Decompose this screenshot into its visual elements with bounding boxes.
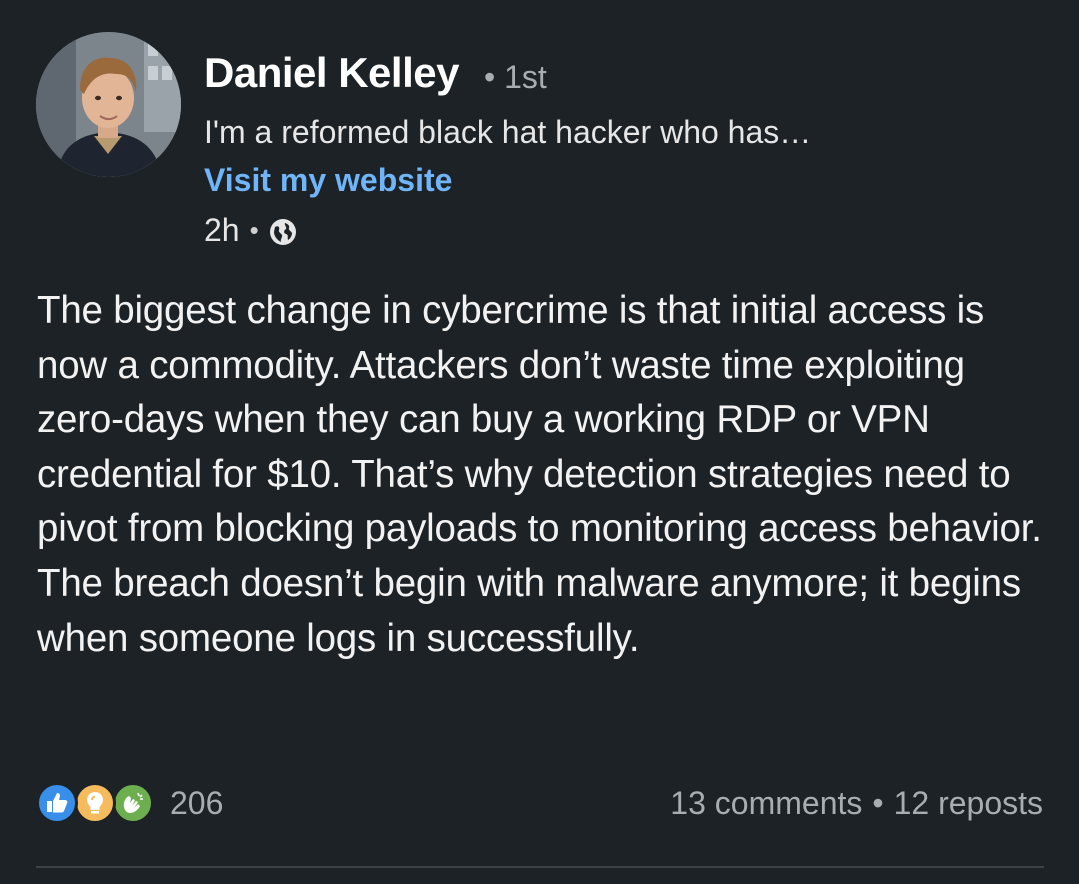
feed-post: Daniel Kelley • 1st I'm a reformed black… — [0, 0, 1079, 884]
like-icon — [36, 782, 78, 824]
post-meta: 2h • — [204, 210, 297, 250]
comments-count[interactable]: 13 comments — [670, 783, 862, 823]
connection-degree: • 1st — [484, 59, 547, 95]
avatar[interactable] — [36, 32, 181, 177]
reposts-count[interactable]: 12 reposts — [894, 783, 1043, 823]
reactions-summary[interactable]: 206 — [36, 782, 223, 824]
celebrate-icon — [112, 782, 154, 824]
engagement-separator: • — [872, 785, 884, 821]
engagement-counts: 13 comments • 12 reposts — [670, 783, 1043, 823]
post-text: The biggest change in cybercrime is that… — [37, 289, 1042, 660]
post-timestamp: 2h — [204, 212, 240, 248]
visit-website-link[interactable]: Visit my website — [204, 160, 452, 200]
insightful-icon — [74, 782, 116, 824]
avatar-photo — [36, 32, 181, 177]
reaction-icons — [36, 782, 160, 824]
author-name[interactable]: Daniel Kelley — [204, 48, 459, 98]
globe-icon — [269, 218, 296, 245]
reaction-count: 206 — [170, 785, 224, 821]
divider — [36, 866, 1044, 868]
author-headline: I'm a reformed black hat hacker who has… — [204, 114, 812, 150]
meta-separator: • — [249, 215, 259, 245]
